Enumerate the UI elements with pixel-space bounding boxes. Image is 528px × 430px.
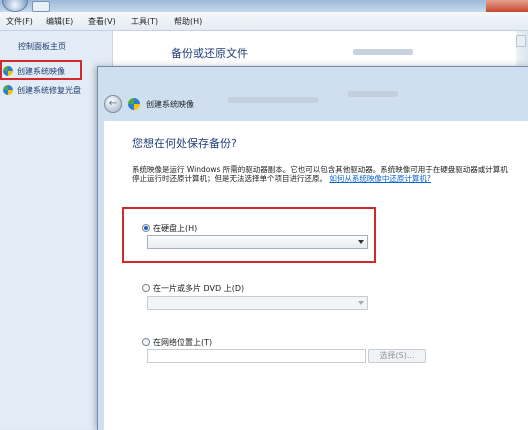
- blurred-text: [348, 91, 398, 97]
- dialog-title-area: ← 创建系统映像: [98, 67, 528, 113]
- page-title: 备份或还原文件: [171, 47, 248, 60]
- chevron-down-icon: [358, 301, 364, 305]
- menu-view[interactable]: 查看(V): [88, 16, 116, 27]
- highlight-box-nav: [0, 60, 82, 80]
- close-button[interactable]: [486, 0, 528, 12]
- network-location-input[interactable]: [147, 349, 366, 363]
- back-arrow-icon[interactable]: ←: [104, 95, 122, 113]
- dialog-description: 系统映像是运行 Windows 所需的驱动器副本。它也可以包含其他驱动器。系统映…: [132, 165, 508, 183]
- menu-file[interactable]: 文件(F): [6, 16, 33, 27]
- dialog-question: 您想在何处保存备份?: [132, 137, 237, 150]
- title-bar: [0, 0, 528, 12]
- description-text: 系统映像是运行 Windows 所需的驱动器副本。它也可以包含其他驱动器。系统映…: [132, 165, 508, 183]
- windows-orb-icon[interactable]: [2, 0, 28, 12]
- dialog-title: 创建系统映像: [146, 100, 194, 109]
- highlight-box-hard-disk: [122, 207, 376, 263]
- blurred-text: [353, 49, 413, 55]
- menu-bar: 文件(F) 编辑(E) 查看(V) 工具(T) 帮助(H): [0, 12, 528, 31]
- radio-network[interactable]: [142, 338, 150, 346]
- nav-home-link[interactable]: 控制面板主页: [18, 41, 66, 52]
- shield-icon: [3, 85, 13, 95]
- nav-back-arrow-icon[interactable]: [32, 1, 50, 12]
- option-dvd-label[interactable]: 在一片或多片 DVD 上(D): [153, 283, 244, 294]
- shield-icon: [128, 98, 140, 110]
- menu-help[interactable]: 帮助(H): [174, 16, 202, 27]
- restore-help-link[interactable]: 如何从系统映像中还原计算机?: [329, 174, 430, 183]
- scroll-up-button[interactable]: [516, 35, 526, 47]
- menu-edit[interactable]: 编辑(E): [46, 16, 73, 27]
- dialog-content: 您想在何处保存备份? 系统映像是运行 Windows 所需的驱动器副本。它也可以…: [104, 121, 528, 430]
- blurred-text: [228, 97, 318, 103]
- menu-tools[interactable]: 工具(T): [131, 16, 158, 27]
- dvd-select[interactable]: [147, 296, 368, 310]
- browse-button[interactable]: 选择(S)...: [368, 349, 426, 363]
- option-network-label[interactable]: 在网络位置上(T): [153, 337, 212, 348]
- nav-create-repair-disc-link[interactable]: 创建系统修复光盘: [17, 85, 81, 96]
- radio-dvd[interactable]: [142, 284, 150, 292]
